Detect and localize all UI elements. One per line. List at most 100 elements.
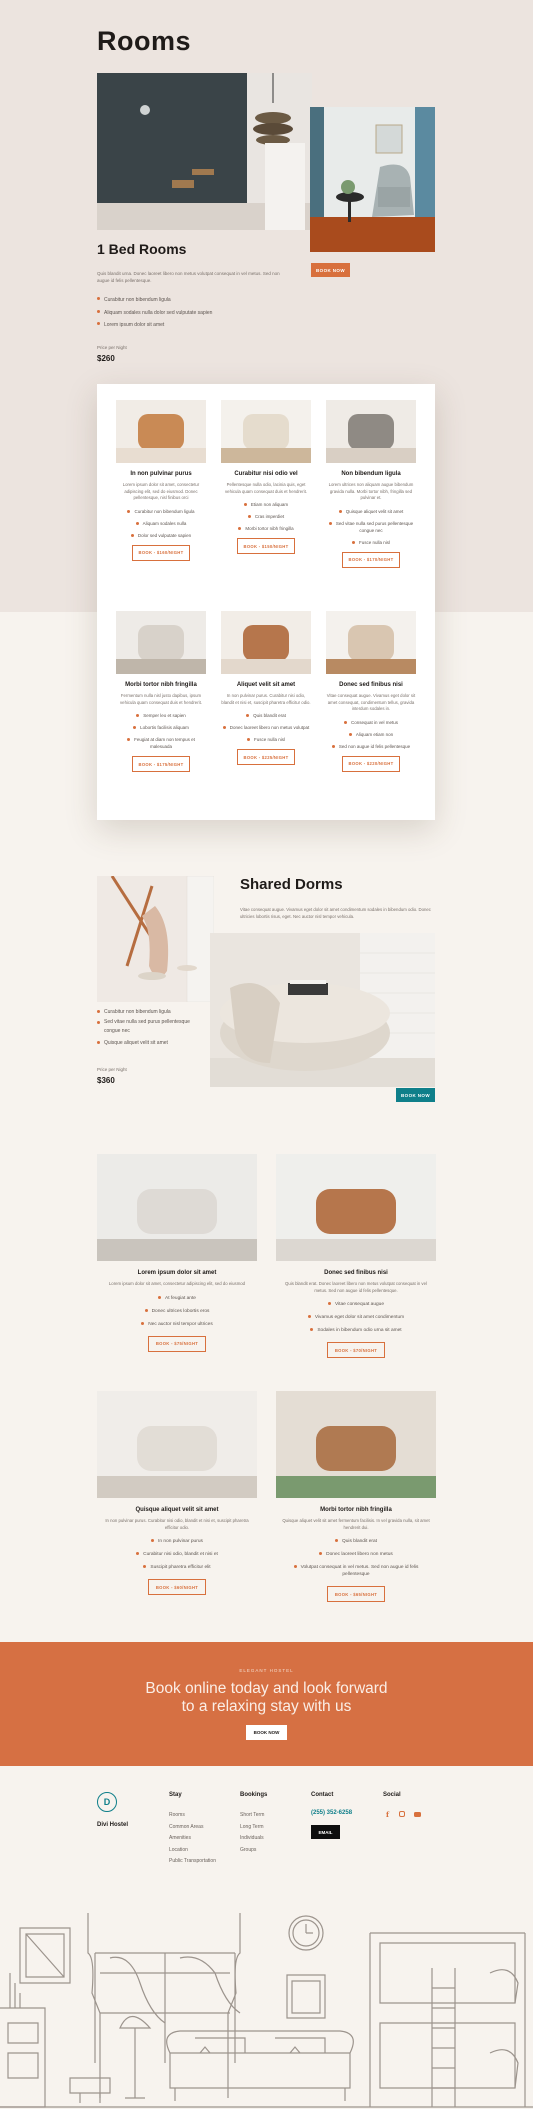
feature-item: Quisque aliquet velit sit amet — [326, 508, 416, 515]
bedroom-image-chair — [310, 107, 435, 252]
feature-item: Aliquam etiam non — [326, 731, 416, 738]
footer-link[interactable]: Rooms — [169, 1810, 216, 1822]
footer-link[interactable]: Short Term — [240, 1810, 264, 1822]
room-card-description: Vitae consequat augue. Vivamus eget dolo… — [326, 693, 416, 711]
cta-heading-line2: to a relaxing stay with us — [181, 1698, 352, 1715]
room-card: Non bibendum ligula Lorem ultrices non al… — [326, 400, 416, 568]
dorm-card-image — [276, 1391, 436, 1498]
dorm-card-title: Morbi tortor nibh fringilla — [320, 1507, 392, 1513]
facebook-icon[interactable]: f — [386, 1810, 389, 1819]
footer-link[interactable]: Individuals — [240, 1833, 264, 1845]
cta-eyebrow: ELEGANT HOSTEL — [239, 1668, 294, 1673]
footer-contact-heading: Contact — [311, 1792, 334, 1798]
dorm-card-description: Lorem ipsum dolor sit amet, consectetur … — [108, 1281, 246, 1286]
dorm-card-book-button[interactable]: BOOK - $60/NIGHT — [148, 1579, 206, 1595]
dorm-card-features: Quis blandit erat Donec laoreet libero no… — [276, 1538, 436, 1578]
footer-email-button[interactable]: EMAIL — [311, 1825, 340, 1839]
footer-link[interactable]: Public Transportation — [169, 1856, 216, 1868]
room-card-book-button[interactable]: BOOK - $150/NIGHT — [237, 538, 295, 554]
footer-link[interactable]: Groups — [240, 1845, 264, 1857]
room-card-image — [116, 400, 206, 463]
footer-bookings-heading: Bookings — [240, 1792, 268, 1798]
dorms-book-button[interactable]: BOOK NOW — [396, 1088, 435, 1102]
feature-item: Morbi tortor nibh fringilla — [221, 525, 311, 532]
dorms-title: Shared Dorms — [240, 876, 343, 893]
one-bed-book-button[interactable]: BOOK NOW — [311, 263, 350, 277]
room-card-features: Semper leo et sapien Lobortis facilisis a… — [116, 712, 206, 750]
room-card-description: Lorem ultrices non aliquam augue bibendu… — [328, 482, 414, 500]
one-bed-description: Quis blandit urna. Donec laoreet libero … — [97, 271, 280, 283]
dorm-card-title: Donec sed finibus nisi — [324, 1270, 388, 1276]
youtube-icon[interactable] — [414, 1812, 421, 1817]
one-bed-price-label: Price per Night — [97, 345, 127, 350]
dorm-card-title: Lorem ipsum dolor sit amet — [137, 1270, 217, 1276]
room-card-image — [326, 400, 416, 463]
cta-heading-line1: Book online today and look forward — [145, 1680, 388, 1697]
feature-item: Sed non augue id felis pellentesque — [326, 743, 416, 750]
dorm-card: Quisque aliquet velit sit amet In non pul… — [97, 1391, 257, 1595]
footer-link[interactable]: Long Term — [240, 1822, 264, 1834]
dorms-price-label: Price per Night — [97, 1067, 127, 1072]
room-card-title: Curabitur nisi odio vel — [234, 471, 298, 477]
room-line-illustration — [0, 1913, 533, 2108]
feature-item: Fusce nulla nisl — [326, 539, 416, 546]
room-card-title: In non pulvinar purus — [130, 471, 192, 477]
dorm-card-image — [276, 1154, 436, 1261]
footer-social-heading: Social — [383, 1792, 401, 1798]
footer-phone[interactable]: (255) 352-6258 — [311, 1810, 352, 1816]
cta-book-button[interactable]: BOOK NOW — [246, 1725, 287, 1740]
feature-item: Semper leo et sapien — [116, 712, 206, 719]
room-card: In non pulvinar purus Lorem ipsum dolor s… — [116, 400, 206, 561]
dorm-card-book-button[interactable]: BOOK - $75/NIGHT — [148, 1335, 206, 1352]
dorm-card-book-button[interactable]: BOOK - $65/NIGHT — [327, 1586, 385, 1602]
dorm-image-main — [210, 933, 435, 1087]
footer-link[interactable]: Amenities — [169, 1833, 216, 1845]
feature-item: Dolor sed vulputate sapien — [116, 532, 206, 539]
dorm-card-image — [97, 1154, 257, 1261]
room-card-features: Quis blandit erat Donec laoreet libero no… — [221, 712, 311, 743]
logo-icon[interactable]: D — [97, 1792, 117, 1812]
room-card-book-button[interactable]: BOOK - $175/NIGHT — [132, 756, 190, 772]
room-card-image — [116, 611, 206, 674]
dorm-card: Lorem ipsum dolor sit amet Lorem ipsum do… — [97, 1154, 257, 1352]
room-card-book-button[interactable]: BOOK - $170/NIGHT — [342, 551, 400, 568]
feature-item: Fusce nulla nisl — [221, 736, 311, 743]
room-card: Morbi tortor nibh fringilla Fermentum nul… — [116, 611, 206, 772]
bedroom-image-main — [97, 73, 312, 230]
room-card-book-button[interactable]: BOOK - $220/NIGHT — [342, 755, 400, 772]
dorm-card-features: In non pulvinar purus Curabitur nisi odio… — [97, 1538, 257, 1571]
one-bed-price: $260 — [97, 354, 115, 363]
footer-link[interactable]: Common Areas — [169, 1822, 216, 1834]
room-card: Donec sed finibus nisi Vitae consequat au… — [326, 611, 416, 772]
feature-item: Vitae consequat augue — [276, 1301, 436, 1308]
one-bed-features: Curabitur non bibendum ligula Aliquam so… — [97, 294, 297, 332]
room-card: Curabitur nisi odio vel Pellentesque null… — [221, 400, 311, 554]
feature-item: Sed vitae nulla sed purus pellentesque c… — [97, 1018, 202, 1035]
instagram-icon[interactable] — [399, 1811, 405, 1817]
feature-item: Donec laoreet libero non metus — [276, 1551, 436, 1558]
room-card-image — [221, 611, 311, 674]
feature-item: Suscipit pharetra efficitur elit — [97, 1564, 257, 1571]
dorm-card-description: In non pulvinar purus. Curabitur nisi od… — [105, 1518, 249, 1530]
room-card-image — [326, 611, 416, 674]
room-card-features: Quisque aliquet velit sit amet Sed vitae … — [326, 508, 416, 546]
dorm-card: Morbi tortor nibh fringilla Quisque aliqu… — [276, 1391, 436, 1602]
dorm-card-image — [97, 1391, 257, 1498]
room-card-features: Curabitur non bibendum ligula Aliquam sod… — [116, 508, 206, 539]
feature-item: Quis blandit erat — [221, 712, 311, 719]
room-card-description: Fermentum nulla nisl justo dapibus, ipsu… — [120, 693, 202, 705]
room-card-image — [221, 400, 311, 463]
dorm-card-features: Vitae consequat augue Vivamus eget dolor … — [276, 1301, 436, 1334]
room-card-features: Consequat in vel metus Aliquam etiam non S… — [326, 719, 416, 750]
room-card-book-button[interactable]: BOOK - $160/NIGHT — [132, 544, 190, 561]
room-card-description: In non pulvinar purus. Curabitur nisi od… — [221, 693, 311, 705]
room-card-book-button[interactable]: BOOK - $225/NIGHT — [237, 749, 295, 765]
footer-stay-links: Rooms Common Areas Amenities Location Pu… — [169, 1810, 216, 1868]
feature-item: Curabitur non bibendum ligula — [116, 508, 206, 515]
feature-item: Donec ultrices lobortis eros — [97, 1308, 257, 1315]
feature-item: Aliquam sodales nulla dolor sed vulputat… — [97, 307, 297, 320]
footer: D Divi Hostel Stay Rooms Common Areas Am… — [0, 1766, 533, 2109]
dorm-card-book-button[interactable]: BOOK - $70/NIGHT — [327, 1342, 385, 1358]
dorms-features: Curabitur non bibendum ligula Sed vitae … — [97, 1007, 202, 1049]
footer-link[interactable]: Location — [169, 1845, 216, 1857]
